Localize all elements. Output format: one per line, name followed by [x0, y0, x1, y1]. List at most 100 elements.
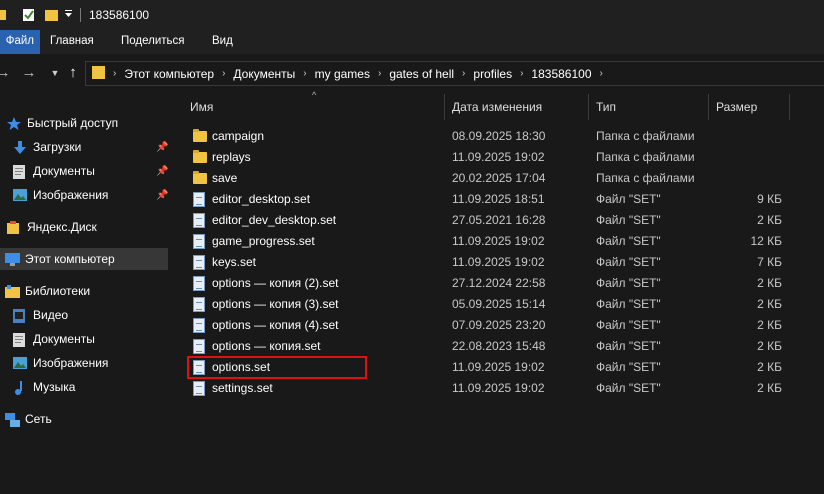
- up-arrow-icon[interactable]: ↑: [64, 64, 82, 82]
- file-row[interactable]: options — копия (3).set 05.09.2025 15:14 Ф…: [186, 294, 791, 315]
- address-folder-icon: [92, 65, 105, 83]
- file-date: 07.09.2025 23:20: [452, 318, 546, 332]
- tab-share[interactable]: Поделиться: [121, 30, 185, 54]
- file-row[interactable]: save 20.02.2025 17:04 Папка с файлами: [186, 168, 791, 189]
- file-row[interactable]: replays 11.09.2025 19:02 Папка с файлами: [186, 147, 791, 168]
- nav-this-pc[interactable]: Этот компьютер: [0, 248, 168, 270]
- column-divider[interactable]: [708, 94, 709, 120]
- folder-quick-icon[interactable]: [0, 0, 6, 30]
- forward-arrow-icon[interactable]: →: [20, 64, 38, 82]
- nav-network[interactable]: Сеть: [0, 408, 168, 430]
- nav-quick-access[interactable]: Быстрый доступ: [0, 112, 168, 134]
- tab-home[interactable]: Главная: [50, 30, 94, 54]
- file-row[interactable]: options — копия.set 22.08.2023 15:48 Файл …: [186, 336, 791, 357]
- chevron-right-icon[interactable]: ›: [520, 68, 523, 79]
- navigation-pane: Быстрый доступ Загрузки 📌 Документы 📌 Из…: [0, 94, 170, 494]
- pin-icon[interactable]: 📌: [156, 142, 168, 153]
- network-icon: [5, 413, 20, 427]
- documents-icon: [13, 165, 27, 179]
- tab-file[interactable]: Файл: [0, 30, 40, 54]
- file-row[interactable]: campaign 08.09.2025 18:30 Папка с файлами: [186, 126, 791, 147]
- chevron-right-icon[interactable]: ›: [378, 68, 381, 79]
- file-name: options — копия (4).set: [212, 318, 339, 332]
- breadcrumb-gates-of-hell[interactable]: gates of hell: [389, 67, 454, 81]
- file-date: 11.09.2025 18:51: [452, 192, 545, 206]
- file-type: Файл "SET": [596, 339, 661, 353]
- chevron-right-icon[interactable]: ›: [462, 68, 465, 79]
- breadcrumb-this-pc[interactable]: Этот компьютер: [124, 67, 214, 81]
- breadcrumb-documents[interactable]: Документы: [233, 67, 295, 81]
- nav-libraries[interactable]: Библиотеки: [0, 280, 168, 302]
- file-size: 12 КБ: [750, 234, 782, 248]
- chevron-right-icon[interactable]: ›: [600, 68, 603, 79]
- file-row[interactable]: keys.set 11.09.2025 19:02 Файл "SET" 7 КБ: [186, 252, 791, 273]
- file-size: [708, 126, 782, 147]
- file-name: game_progress.set: [212, 234, 315, 248]
- file-row[interactable]: settings.set 11.09.2025 19:02 Файл "SET" 2 …: [186, 378, 791, 399]
- chevron-right-icon[interactable]: ›: [113, 68, 116, 79]
- file-type: Файл "SET": [596, 234, 661, 248]
- file-size: 2 КБ: [757, 276, 782, 290]
- file-name: settings.set: [212, 381, 273, 395]
- sort-ascending-icon: ^: [312, 90, 317, 100]
- pictures-icon: [13, 189, 27, 201]
- file-size: [708, 147, 782, 168]
- libraries-icon: [5, 285, 20, 298]
- pin-icon[interactable]: 📌: [156, 166, 168, 177]
- nav-library-pictures[interactable]: Изображения: [0, 352, 168, 374]
- nav-video[interactable]: Видео: [0, 304, 168, 326]
- column-divider[interactable]: [789, 94, 790, 120]
- file-type: Файл "SET": [596, 381, 661, 395]
- nav-downloads[interactable]: Загрузки 📌: [0, 136, 168, 158]
- back-arrow-icon[interactable]: →: [0, 64, 12, 82]
- highlight-box: [187, 356, 367, 379]
- breadcrumb-profile-id[interactable]: 183586100: [531, 67, 591, 81]
- file-size: 2 КБ: [757, 360, 782, 374]
- music-icon: [13, 381, 27, 395]
- file-date: 11.09.2025 19:02: [452, 360, 545, 374]
- file-type: Файл "SET": [596, 255, 661, 269]
- chevron-right-icon[interactable]: ›: [303, 68, 306, 79]
- nav-library-documents[interactable]: Документы: [0, 328, 168, 350]
- file-date: 11.09.2025 19:02: [452, 255, 545, 269]
- nav-yandex-disk[interactable]: Яндекс.Диск: [0, 216, 168, 238]
- customize-toolbar-icon[interactable]: [64, 0, 73, 30]
- pin-icon[interactable]: 📌: [156, 190, 168, 201]
- column-header-name[interactable]: Имя: [190, 94, 213, 120]
- file-date: 05.09.2025 15:14: [452, 297, 546, 311]
- computer-icon: [5, 253, 20, 266]
- file-row[interactable]: options — копия (4).set 07.09.2025 23:20 Ф…: [186, 315, 791, 336]
- file-row[interactable]: editor_dev_desktop.set 27.05.2021 16:28 Фа…: [186, 210, 791, 231]
- window-title: 183586100: [89, 8, 150, 22]
- nav-music[interactable]: Музыка: [0, 376, 168, 398]
- properties-icon[interactable]: [22, 0, 36, 30]
- file-row[interactable]: editor_desktop.set 11.09.2025 18:51 Файл "…: [186, 189, 791, 210]
- file-size: 7 КБ: [757, 255, 782, 269]
- address-bar[interactable]: › Этот компьютер › Документы › my games …: [85, 61, 824, 86]
- nav-label: Загрузки: [33, 140, 82, 154]
- breadcrumb-my-games[interactable]: my games: [315, 67, 370, 81]
- breadcrumb-profiles[interactable]: profiles: [473, 67, 512, 81]
- tab-view[interactable]: Вид: [212, 30, 233, 54]
- recent-locations-icon[interactable]: ▼: [46, 64, 64, 82]
- column-header-type[interactable]: Тип: [596, 94, 616, 120]
- column-header-size[interactable]: Размер: [716, 94, 757, 120]
- title-separator: [80, 0, 81, 30]
- nav-pictures[interactable]: Изображения 📌: [0, 184, 168, 206]
- nav-label: Этот компьютер: [25, 252, 115, 266]
- file-row[interactable]: options — копия (2).set 27.12.2024 22:58 Ф…: [186, 273, 791, 294]
- download-icon: [13, 141, 27, 154]
- column-divider[interactable]: [444, 94, 445, 120]
- chevron-right-icon[interactable]: ›: [222, 68, 225, 79]
- file-row[interactable]: game_progress.set 11.09.2025 19:02 Файл "S…: [186, 231, 791, 252]
- navigation-row: → → ▼ ↑ › Этот компьютер › Документы › m…: [0, 54, 824, 94]
- new-folder-icon[interactable]: [45, 0, 58, 30]
- column-divider[interactable]: [588, 94, 589, 120]
- column-header-date[interactable]: Дата изменения: [452, 94, 542, 120]
- file-size: [708, 168, 782, 189]
- file-icon: [193, 255, 207, 270]
- nav-documents[interactable]: Документы 📌: [0, 160, 168, 182]
- nav-label: Изображения: [33, 188, 109, 202]
- file-date: 27.05.2021 16:28: [452, 213, 546, 227]
- file-type: Файл "SET": [596, 192, 661, 206]
